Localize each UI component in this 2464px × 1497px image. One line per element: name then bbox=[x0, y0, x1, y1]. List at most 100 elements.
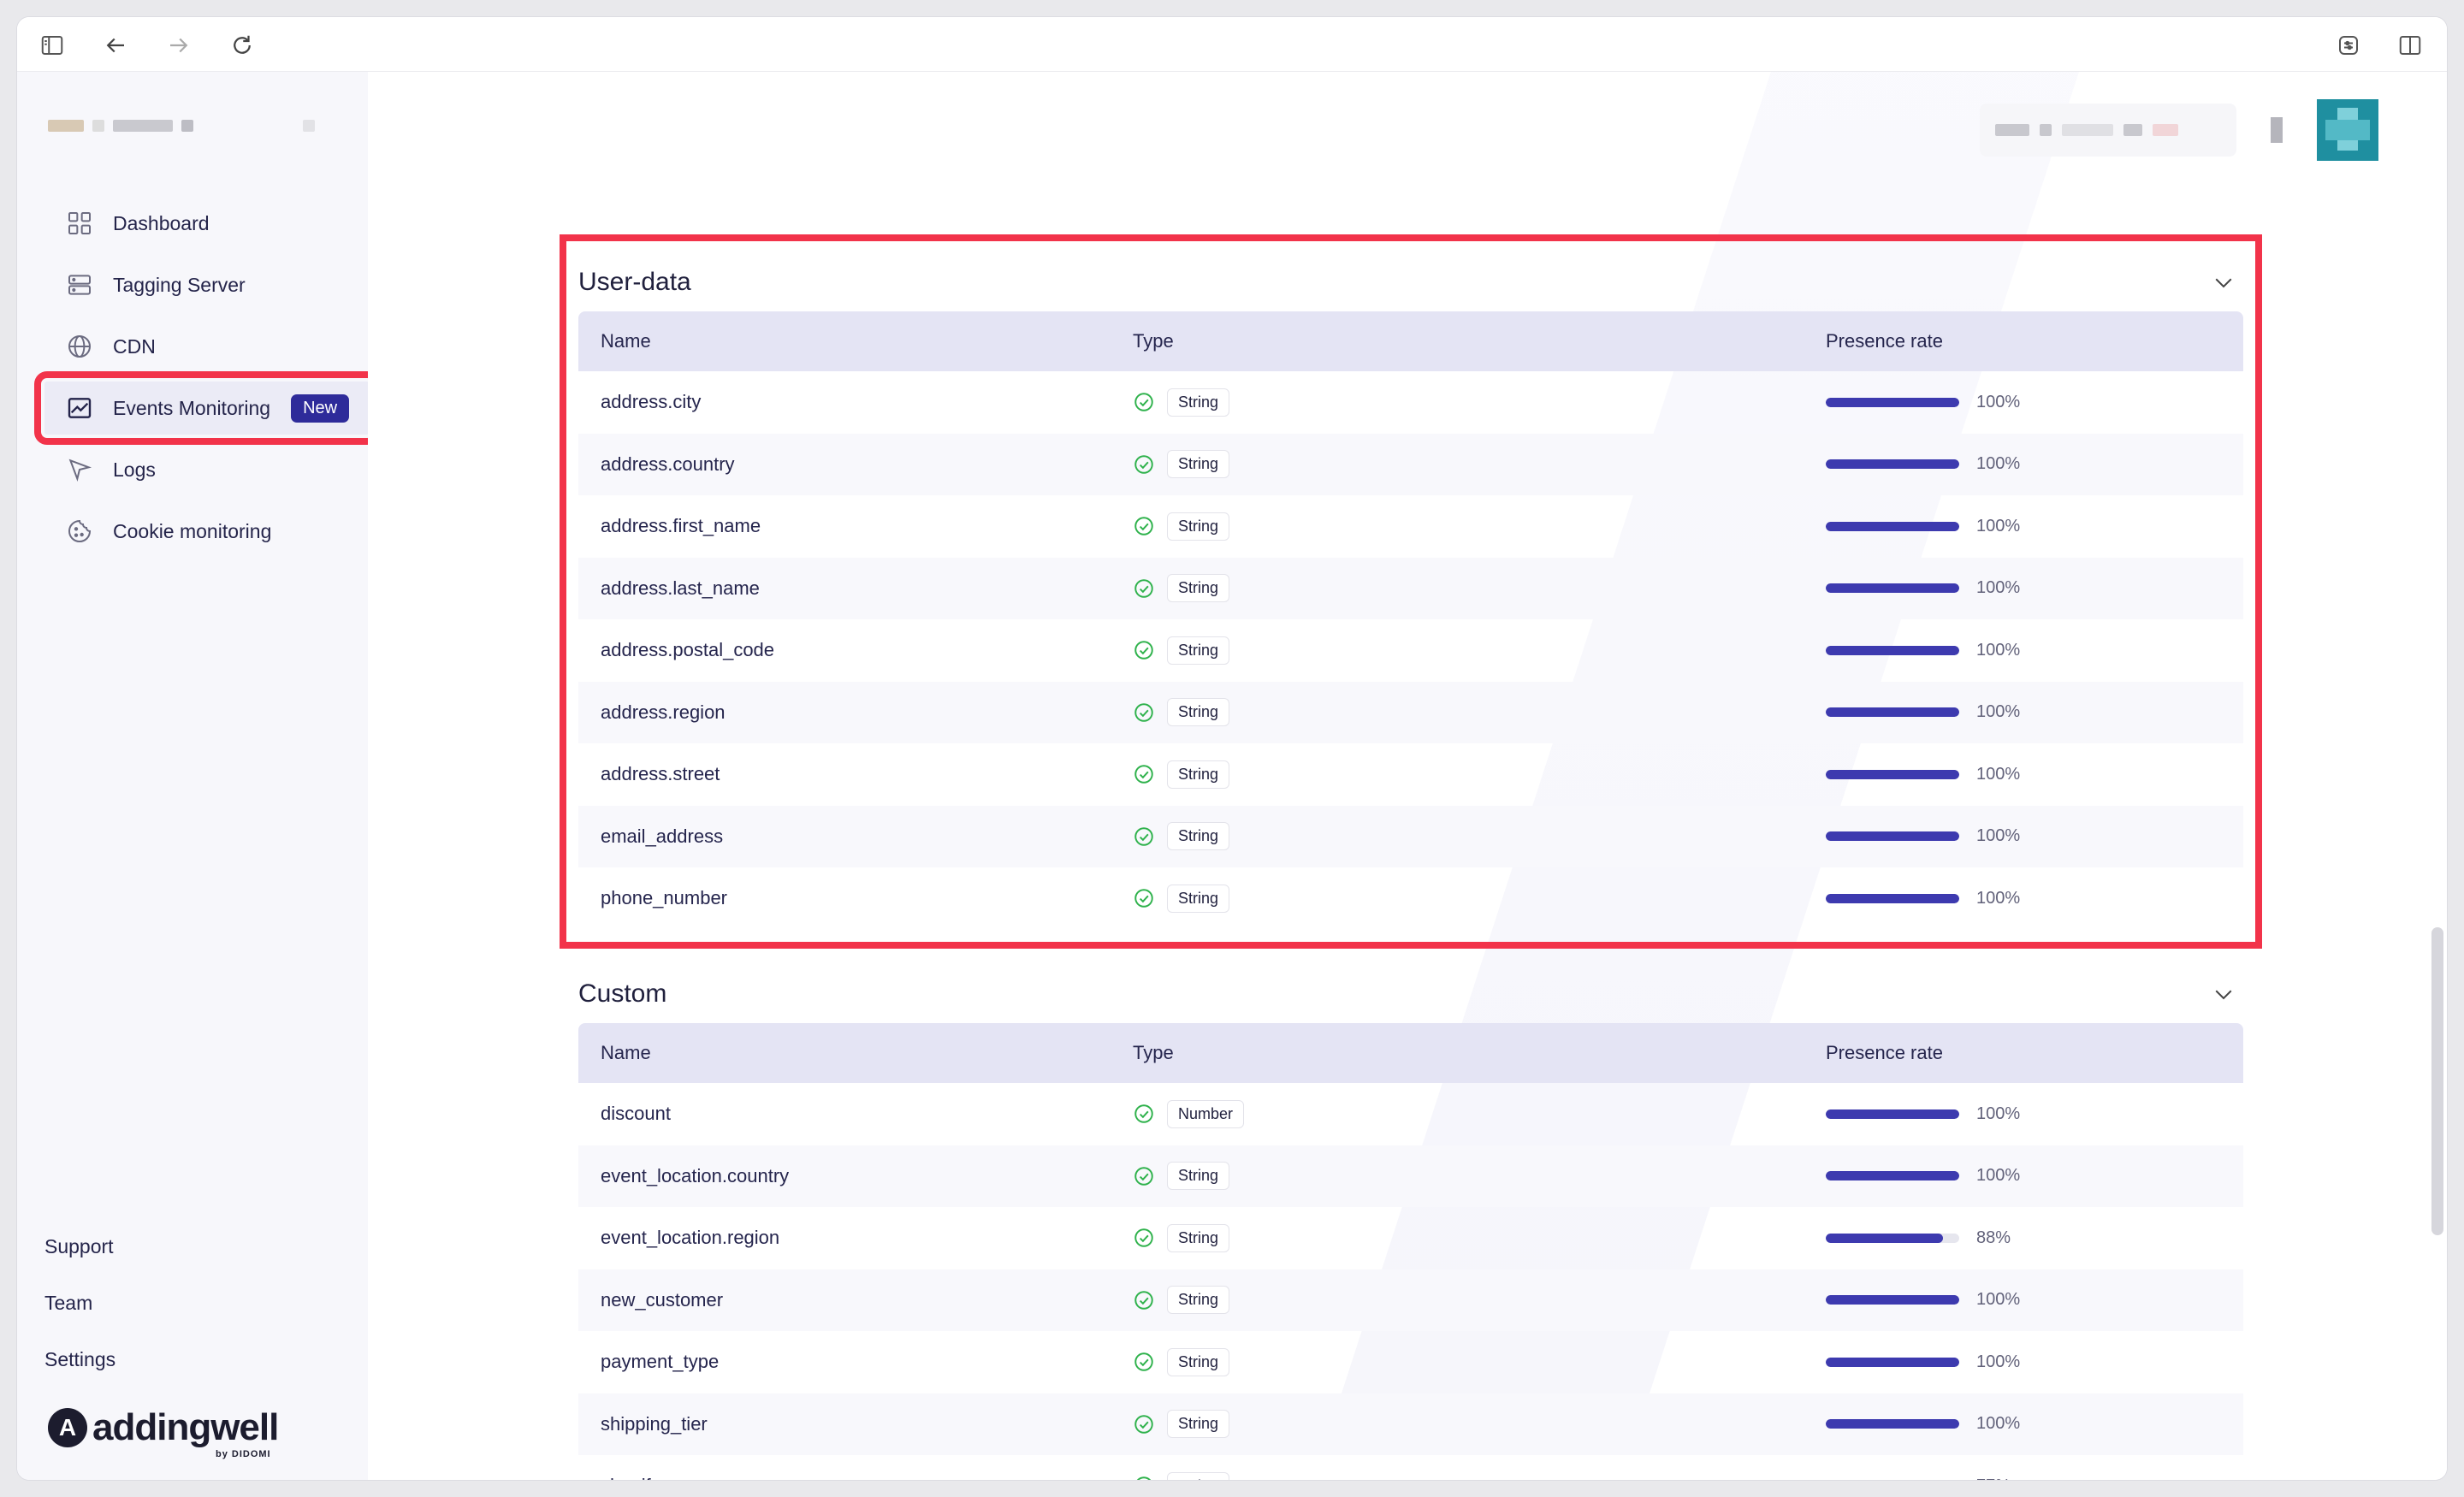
scrollbar[interactable] bbox=[2431, 927, 2443, 1235]
table-row[interactable]: address.postal_code String 100% bbox=[578, 619, 2243, 682]
custom-table: Name Type Presence rate discount Number 10… bbox=[578, 1023, 2243, 1480]
sidebar-item-label: CDN bbox=[113, 334, 156, 358]
table-row[interactable]: payment_type String 100% bbox=[578, 1331, 2243, 1393]
check-circle-icon bbox=[1134, 579, 1153, 598]
type-cell: String bbox=[1133, 388, 1826, 417]
presence-rate-value: 100% bbox=[1976, 1414, 2021, 1434]
presence-rate-value: 100% bbox=[1976, 454, 2021, 474]
table-row[interactable]: address.last_name String 100% bbox=[578, 557, 2243, 619]
table-row[interactable]: email_address String 100% bbox=[578, 805, 2243, 867]
presence-rate-bar bbox=[1826, 707, 1959, 718]
type-cell: String bbox=[1133, 512, 1826, 541]
sidebar-item-events-monitoring[interactable]: Events Monitoring New bbox=[34, 371, 380, 445]
table-row[interactable]: event_location.country String 100% bbox=[578, 1145, 2243, 1207]
presence-rate-bar bbox=[1826, 521, 1959, 531]
table-row[interactable]: phone_number String 100% bbox=[578, 867, 2243, 930]
table-row[interactable]: shipping_tier String 100% bbox=[578, 1393, 2243, 1455]
presence-rate-bar-fill bbox=[1826, 707, 1959, 718]
check-circle-icon bbox=[1134, 703, 1153, 722]
column-header-type: Type bbox=[1133, 1042, 1174, 1063]
support-link[interactable]: Support bbox=[44, 1218, 116, 1275]
table-row[interactable]: event_location.region String 88% bbox=[578, 1207, 2243, 1269]
sidebar-item-cookie-monitoring[interactable]: Cookie monitoring bbox=[44, 505, 370, 558]
table-row[interactable]: new_customer String 100% bbox=[578, 1269, 2243, 1331]
presence-rate-value: 77% bbox=[1976, 1476, 2011, 1480]
type-cell: String bbox=[1133, 698, 1826, 727]
presence-rate-cell: 100% bbox=[1826, 826, 2020, 846]
field-name: address.first_name bbox=[601, 515, 761, 537]
chevron-down-icon[interactable] bbox=[2211, 269, 2236, 295]
new-badge: New bbox=[291, 393, 350, 423]
section-header[interactable]: User-data bbox=[578, 253, 2243, 311]
type-cell: String bbox=[1133, 822, 1826, 851]
logo-text: addingwell bbox=[92, 1406, 279, 1448]
column-header-presence-rate: Presence rate bbox=[1826, 1042, 1943, 1063]
presence-rate-bar-fill bbox=[1826, 521, 1959, 531]
presence-rate-bar bbox=[1826, 831, 1959, 842]
presence-rate-value: 100% bbox=[1976, 764, 2021, 784]
presence-rate-cell: 100% bbox=[1826, 889, 2020, 908]
cursor-icon bbox=[65, 455, 94, 484]
extensions-icon[interactable] bbox=[2334, 31, 2363, 60]
type-badge: String bbox=[1167, 388, 1230, 417]
table-row[interactable]: address.city String 100% bbox=[578, 371, 2243, 434]
type-badge: String bbox=[1167, 1286, 1230, 1315]
type-cell: String bbox=[1133, 1286, 1826, 1315]
globe-icon bbox=[65, 332, 94, 361]
type-badge: String bbox=[1167, 884, 1230, 913]
field-name: payment_type bbox=[601, 1351, 720, 1373]
split-view-icon[interactable] bbox=[2396, 31, 2425, 60]
type-badge: String bbox=[1167, 698, 1230, 727]
presence-rate-bar-fill bbox=[1826, 1295, 1959, 1305]
field-name: address.postal_code bbox=[601, 639, 775, 661]
sidebar-item-cdn[interactable]: CDN bbox=[44, 320, 370, 373]
field-name: email_address bbox=[601, 825, 724, 847]
check-circle-icon bbox=[1134, 1415, 1153, 1434]
sidebar-item-dashboard[interactable]: Dashboard bbox=[44, 197, 370, 250]
table-row[interactable]: address.street String 100% bbox=[578, 743, 2243, 806]
table-row[interactable]: address.country String 100% bbox=[578, 433, 2243, 495]
table-row[interactable]: shopify_y String 77% bbox=[578, 1455, 2243, 1480]
field-name: event_location.country bbox=[601, 1164, 790, 1186]
section-custom: Custom Name Type Presence rate discount N… bbox=[578, 965, 2243, 1480]
table-row[interactable]: discount Number 100% bbox=[578, 1083, 2243, 1145]
sidebar-item-tagging-server[interactable]: Tagging Server bbox=[44, 258, 370, 311]
chevron-down-icon[interactable] bbox=[2211, 981, 2236, 1007]
settings-link[interactable]: Settings bbox=[44, 1331, 116, 1388]
presence-rate-bar bbox=[1826, 769, 1959, 779]
browser-toolbar bbox=[17, 17, 2447, 72]
sidebar-toggle-icon[interactable] bbox=[38, 31, 67, 60]
sidebar-item-label: Cookie monitoring bbox=[113, 519, 272, 542]
type-badge: String bbox=[1167, 1347, 1230, 1376]
type-cell: String bbox=[1133, 450, 1826, 479]
avatar[interactable] bbox=[2317, 99, 2378, 161]
presence-rate-value: 100% bbox=[1976, 888, 2021, 908]
check-circle-icon bbox=[1137, 1476, 1151, 1480]
presence-rate-bar-fill bbox=[1826, 1171, 1959, 1181]
workspace-selector[interactable] bbox=[48, 118, 315, 133]
notification-icon[interactable] bbox=[2271, 117, 2283, 143]
presence-rate-cell: 100% bbox=[1826, 1290, 2020, 1310]
type-cell: String bbox=[1133, 760, 1826, 789]
back-arrow-icon[interactable] bbox=[101, 31, 130, 60]
table-row[interactable]: address.first_name String 100% bbox=[578, 495, 2243, 558]
server-icon bbox=[65, 270, 94, 299]
team-link[interactable]: Team bbox=[44, 1275, 116, 1331]
presence-rate-cell: 100% bbox=[1826, 1352, 2020, 1372]
table-row[interactable]: address.region String 100% bbox=[578, 681, 2243, 743]
column-header-presence-rate: Presence rate bbox=[1826, 330, 1943, 352]
presence-rate-value: 100% bbox=[1976, 1352, 2021, 1371]
check-circle-icon bbox=[1134, 393, 1153, 411]
reload-icon[interactable] bbox=[228, 31, 257, 60]
column-header-name: Name bbox=[601, 1042, 651, 1063]
account-switcher[interactable] bbox=[1980, 104, 2236, 157]
presence-rate-bar-fill bbox=[1826, 397, 1959, 407]
type-cell: String bbox=[1133, 636, 1826, 665]
field-name: address.region bbox=[601, 701, 726, 723]
sidebar-item-logs[interactable]: Logs bbox=[44, 443, 370, 496]
presence-rate-bar bbox=[1826, 1109, 1959, 1119]
type-badge: String bbox=[1167, 512, 1230, 541]
forward-arrow-icon[interactable] bbox=[164, 31, 193, 60]
presence-rate-bar bbox=[1826, 1419, 1959, 1429]
section-header[interactable]: Custom bbox=[578, 965, 2243, 1023]
